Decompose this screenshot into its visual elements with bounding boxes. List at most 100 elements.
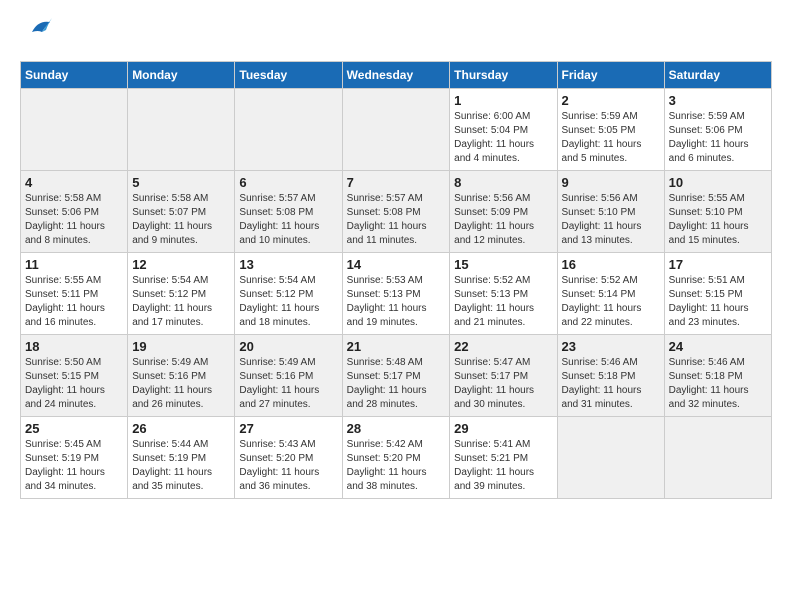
day-number: 14	[347, 257, 446, 272]
calendar-week-row: 11 Sunrise: 5:55 AM Sunset: 5:11 PM Dayl…	[21, 253, 772, 335]
day-info: Sunrise: 5:57 AM Sunset: 5:08 PM Dayligh…	[239, 192, 337, 248]
day-number: 10	[669, 175, 767, 190]
calendar-cell: 16 Sunrise: 5:52 AM Sunset: 5:14 PM Dayl…	[557, 253, 664, 335]
weekday-header: Monday	[128, 62, 235, 89]
sunset-label: Sunset: 5:19 PM	[25, 453, 99, 464]
daylight-label: Daylight: 11 hours and 22 minutes.	[562, 303, 642, 328]
day-number: 28	[347, 421, 446, 436]
day-number: 8	[454, 175, 552, 190]
daylight-label: Daylight: 11 hours and 13 minutes.	[562, 221, 642, 246]
calendar-cell: 24 Sunrise: 5:46 AM Sunset: 5:18 PM Dayl…	[664, 335, 771, 417]
sunset-label: Sunset: 5:10 PM	[562, 207, 636, 218]
day-number: 26	[132, 421, 230, 436]
calendar-cell	[235, 89, 342, 171]
calendar-week-row: 25 Sunrise: 5:45 AM Sunset: 5:19 PM Dayl…	[21, 417, 772, 499]
day-number: 16	[562, 257, 660, 272]
day-info: Sunrise: 5:43 AM Sunset: 5:20 PM Dayligh…	[239, 438, 337, 494]
calendar-week-row: 18 Sunrise: 5:50 AM Sunset: 5:15 PM Dayl…	[21, 335, 772, 417]
day-info: Sunrise: 5:44 AM Sunset: 5:19 PM Dayligh…	[132, 438, 230, 494]
calendar-cell	[557, 417, 664, 499]
calendar-cell: 8 Sunrise: 5:56 AM Sunset: 5:09 PM Dayli…	[450, 171, 557, 253]
sunrise-label: Sunrise: 5:52 AM	[454, 275, 530, 286]
calendar-cell: 7 Sunrise: 5:57 AM Sunset: 5:08 PM Dayli…	[342, 171, 450, 253]
sunrise-label: Sunrise: 5:41 AM	[454, 439, 530, 450]
day-number: 11	[25, 257, 123, 272]
sunrise-label: Sunrise: 5:46 AM	[669, 357, 745, 368]
daylight-label: Daylight: 11 hours and 27 minutes.	[239, 385, 319, 410]
day-info: Sunrise: 5:48 AM Sunset: 5:17 PM Dayligh…	[347, 356, 446, 412]
day-number: 12	[132, 257, 230, 272]
sunset-label: Sunset: 5:12 PM	[239, 289, 313, 300]
calendar-cell: 25 Sunrise: 5:45 AM Sunset: 5:19 PM Dayl…	[21, 417, 128, 499]
sunset-label: Sunset: 5:12 PM	[132, 289, 206, 300]
sunset-label: Sunset: 5:20 PM	[347, 453, 421, 464]
sunrise-label: Sunrise: 5:58 AM	[25, 193, 101, 204]
logo-bird-icon	[24, 12, 56, 51]
sunrise-label: Sunrise: 5:55 AM	[25, 275, 101, 286]
calendar-cell: 1 Sunrise: 6:00 AM Sunset: 5:04 PM Dayli…	[450, 89, 557, 171]
sunrise-label: Sunrise: 5:55 AM	[669, 193, 745, 204]
day-number: 21	[347, 339, 446, 354]
calendar-cell: 11 Sunrise: 5:55 AM Sunset: 5:11 PM Dayl…	[21, 253, 128, 335]
daylight-label: Daylight: 11 hours and 31 minutes.	[562, 385, 642, 410]
day-number: 24	[669, 339, 767, 354]
sunrise-label: Sunrise: 5:54 AM	[132, 275, 208, 286]
calendar-cell: 26 Sunrise: 5:44 AM Sunset: 5:19 PM Dayl…	[128, 417, 235, 499]
daylight-label: Daylight: 11 hours and 5 minutes.	[562, 139, 642, 164]
calendar-week-row: 1 Sunrise: 6:00 AM Sunset: 5:04 PM Dayli…	[21, 89, 772, 171]
daylight-label: Daylight: 11 hours and 17 minutes.	[132, 303, 212, 328]
calendar-cell: 22 Sunrise: 5:47 AM Sunset: 5:17 PM Dayl…	[450, 335, 557, 417]
sunset-label: Sunset: 5:19 PM	[132, 453, 206, 464]
calendar-cell: 27 Sunrise: 5:43 AM Sunset: 5:20 PM Dayl…	[235, 417, 342, 499]
day-number: 3	[669, 93, 767, 108]
daylight-label: Daylight: 11 hours and 38 minutes.	[347, 467, 427, 492]
calendar-cell: 29 Sunrise: 5:41 AM Sunset: 5:21 PM Dayl…	[450, 417, 557, 499]
daylight-label: Daylight: 11 hours and 26 minutes.	[132, 385, 212, 410]
day-info: Sunrise: 5:55 AM Sunset: 5:10 PM Dayligh…	[669, 192, 767, 248]
day-info: Sunrise: 5:54 AM Sunset: 5:12 PM Dayligh…	[132, 274, 230, 330]
calendar-cell: 14 Sunrise: 5:53 AM Sunset: 5:13 PM Dayl…	[342, 253, 450, 335]
day-number: 19	[132, 339, 230, 354]
calendar-cell: 12 Sunrise: 5:54 AM Sunset: 5:12 PM Dayl…	[128, 253, 235, 335]
day-info: Sunrise: 5:42 AM Sunset: 5:20 PM Dayligh…	[347, 438, 446, 494]
day-info: Sunrise: 5:59 AM Sunset: 5:05 PM Dayligh…	[562, 110, 660, 166]
sunrise-label: Sunrise: 5:47 AM	[454, 357, 530, 368]
daylight-label: Daylight: 11 hours and 9 minutes.	[132, 221, 212, 246]
day-info: Sunrise: 5:54 AM Sunset: 5:12 PM Dayligh…	[239, 274, 337, 330]
calendar-cell: 18 Sunrise: 5:50 AM Sunset: 5:15 PM Dayl…	[21, 335, 128, 417]
sunset-label: Sunset: 5:15 PM	[25, 371, 99, 382]
sunset-label: Sunset: 5:16 PM	[239, 371, 313, 382]
day-info: Sunrise: 5:55 AM Sunset: 5:11 PM Dayligh…	[25, 274, 123, 330]
day-number: 7	[347, 175, 446, 190]
sunset-label: Sunset: 5:18 PM	[562, 371, 636, 382]
calendar-cell: 19 Sunrise: 5:49 AM Sunset: 5:16 PM Dayl…	[128, 335, 235, 417]
calendar-cell: 2 Sunrise: 5:59 AM Sunset: 5:05 PM Dayli…	[557, 89, 664, 171]
sunrise-label: Sunrise: 5:57 AM	[239, 193, 315, 204]
daylight-label: Daylight: 11 hours and 10 minutes.	[239, 221, 319, 246]
calendar-cell: 6 Sunrise: 5:57 AM Sunset: 5:08 PM Dayli…	[235, 171, 342, 253]
weekday-header: Saturday	[664, 62, 771, 89]
day-info: Sunrise: 5:56 AM Sunset: 5:09 PM Dayligh…	[454, 192, 552, 248]
calendar-week-row: 4 Sunrise: 5:58 AM Sunset: 5:06 PM Dayli…	[21, 171, 772, 253]
sunrise-label: Sunrise: 5:43 AM	[239, 439, 315, 450]
day-number: 17	[669, 257, 767, 272]
sunrise-label: Sunrise: 5:53 AM	[347, 275, 423, 286]
calendar-cell: 4 Sunrise: 5:58 AM Sunset: 5:06 PM Dayli…	[21, 171, 128, 253]
sunset-label: Sunset: 5:13 PM	[347, 289, 421, 300]
day-number: 6	[239, 175, 337, 190]
day-number: 20	[239, 339, 337, 354]
day-number: 1	[454, 93, 552, 108]
sunrise-label: Sunrise: 5:59 AM	[669, 111, 745, 122]
daylight-label: Daylight: 11 hours and 19 minutes.	[347, 303, 427, 328]
daylight-label: Daylight: 11 hours and 11 minutes.	[347, 221, 427, 246]
calendar-cell: 15 Sunrise: 5:52 AM Sunset: 5:13 PM Dayl…	[450, 253, 557, 335]
sunrise-label: Sunrise: 5:44 AM	[132, 439, 208, 450]
daylight-label: Daylight: 11 hours and 8 minutes.	[25, 221, 105, 246]
sunset-label: Sunset: 5:20 PM	[239, 453, 313, 464]
day-number: 29	[454, 421, 552, 436]
daylight-label: Daylight: 11 hours and 21 minutes.	[454, 303, 534, 328]
sunrise-label: Sunrise: 5:59 AM	[562, 111, 638, 122]
daylight-label: Daylight: 11 hours and 39 minutes.	[454, 467, 534, 492]
weekday-header: Thursday	[450, 62, 557, 89]
day-info: Sunrise: 5:52 AM Sunset: 5:13 PM Dayligh…	[454, 274, 552, 330]
